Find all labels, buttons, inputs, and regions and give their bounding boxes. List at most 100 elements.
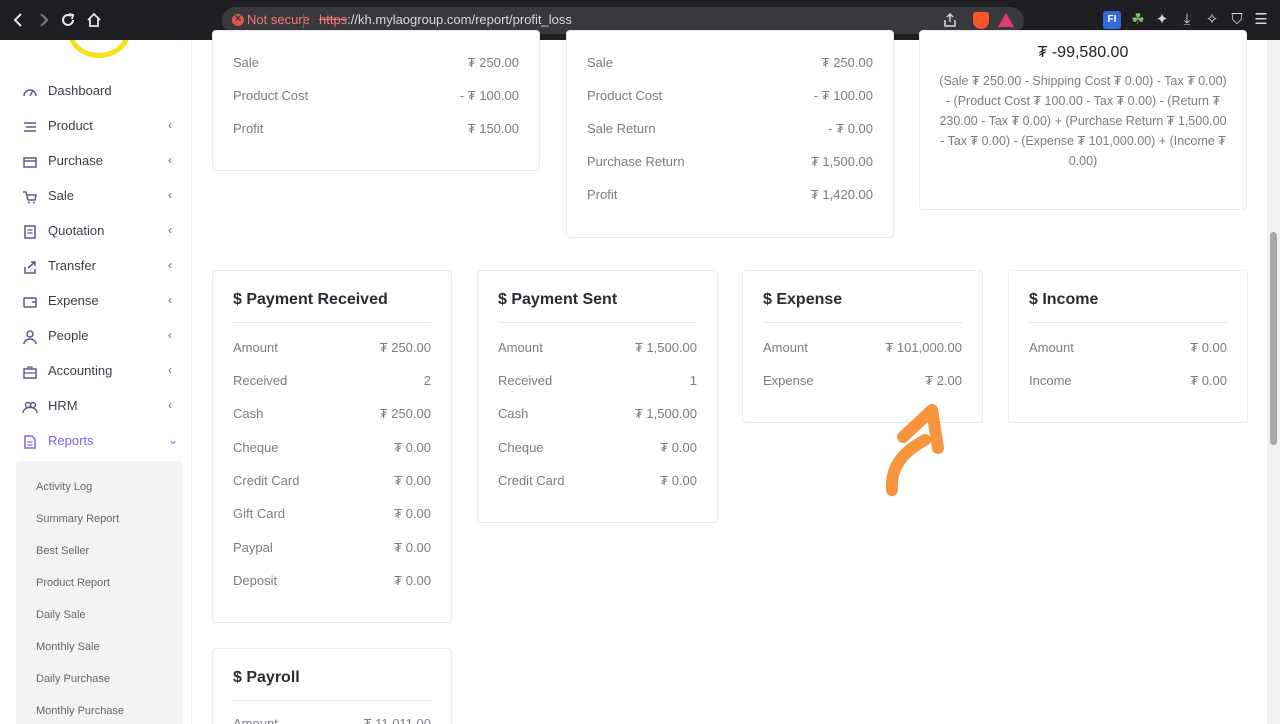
dashboard-icon: [23, 89, 37, 97]
sidebar-item-people[interactable]: People ‹: [0, 322, 191, 352]
home-icon[interactable]: [83, 9, 105, 31]
card-title: $ Income: [1029, 291, 1099, 308]
sidebar-item-label: Dashboard: [48, 83, 112, 98]
profit-card-returns: Sale ₮ 250.00 Product Cost - ₮ 100.00 Sale…: [566, 30, 894, 238]
sidebar-item-reports[interactable]: Reports ⌄: [0, 427, 191, 457]
card-row: Received 2: [233, 373, 431, 388]
card-row: Amount ₮ 250.00: [233, 340, 431, 355]
card-row: Cash ₮ 250.00: [233, 406, 431, 421]
sidebar-item-dashboard[interactable]: Dashboard: [0, 77, 191, 107]
card-row: Income ₮ 0.00: [1029, 373, 1227, 388]
divider: [498, 322, 697, 323]
chevron-left-icon: ‹: [168, 363, 172, 377]
forward-icon[interactable]: [32, 9, 54, 31]
card-row: Cheque ₮ 0.00: [498, 440, 697, 455]
net-profit-amount: ₮ -99,580.00: [1037, 44, 1129, 61]
extension-leaf-icon[interactable]: ☘: [1129, 11, 1147, 29]
wallet-icon: [23, 297, 37, 308]
back-icon[interactable]: [8, 9, 30, 31]
sidebar-item-purchase[interactable]: Purchase ‹: [0, 147, 191, 177]
sidebar-item-label: Quotation: [48, 223, 105, 238]
reload-icon[interactable]: [57, 9, 79, 31]
chevron-left-icon: ‹: [168, 258, 172, 272]
card-row: Amount ₮ 0.00: [1029, 340, 1227, 355]
submenu-item-summary-report[interactable]: Summary Report: [36, 513, 119, 525]
card-row: Sale Return - ₮ 0.00: [587, 121, 873, 136]
sidebar-item-expense[interactable]: Expense ‹: [0, 287, 191, 317]
file-icon: [24, 435, 36, 449]
brave-rewards-icon[interactable]: [998, 13, 1014, 27]
extension-fi-icon[interactable]: FI: [1103, 11, 1121, 29]
submenu-item-monthly-purchase[interactable]: Monthly Purchase: [36, 705, 124, 717]
sidebar-item-label: Accounting: [48, 363, 113, 378]
card-row: Amount ₮ 1,500.00: [498, 340, 697, 355]
card-row: Purchase Return ₮ 1,500.00: [587, 154, 873, 169]
sidebar-item-accounting[interactable]: Accounting ‹: [0, 357, 191, 387]
chevron-left-icon: ‹: [168, 188, 172, 202]
url-text[interactable]: https://kh.mylaogroup.com/report/profit_…: [319, 12, 572, 27]
divider: [233, 322, 431, 323]
card-row: Credit Card ₮ 0.00: [498, 473, 697, 488]
sidebar-item-product[interactable]: Product ‹: [0, 112, 191, 142]
not-secure-icon: [232, 11, 244, 26]
card-row: Cheque ₮ 0.00: [233, 440, 431, 455]
card-title: $ Payment Received: [233, 291, 388, 308]
cart-icon: [23, 191, 37, 204]
payment-sent-card: $ Payment Sent Amount ₮ 1,500.00 Received…: [477, 270, 718, 523]
sidebar-item-label: People: [48, 328, 89, 343]
sidebar: Dashboard Product ‹ Purchase ‹ Sale ‹ Qu…: [0, 40, 192, 724]
download-icon[interactable]: ⤓: [1178, 11, 1196, 29]
submenu-item-daily-purchase[interactable]: Daily Purchase: [36, 673, 110, 685]
divider: [233, 700, 431, 701]
card-row: Profit ₮ 150.00: [233, 121, 519, 136]
extensions-puzzle-icon[interactable]: ✦: [1153, 11, 1171, 29]
document-icon: [24, 225, 36, 239]
sidebar-item-sale[interactable]: Sale ‹: [0, 182, 191, 212]
share-icon: [24, 261, 36, 274]
sidebar-item-quotation[interactable]: Quotation ‹: [0, 217, 191, 247]
payroll-card: $ Payroll Amount ₮ 11,011.00: [212, 648, 452, 724]
submenu-item-activity-log[interactable]: Activity Log: [36, 481, 92, 493]
scrollbar-thumb[interactable]: [1270, 232, 1277, 445]
card-row: Paypal ₮ 0.00: [233, 540, 431, 555]
net-profit-formula: (Sale ₮ 250.00 - Shipping Cost ₮ 0.00) -…: [939, 74, 1227, 168]
net-profit-card: ₮ -99,580.00 (Sale ₮ 250.00 - Shipping C…: [919, 30, 1247, 210]
card-row: Gift Card ₮ 0.00: [233, 506, 431, 521]
list-icon: [24, 122, 36, 132]
card-row: Sale ₮ 250.00: [587, 55, 873, 70]
card-icon: [23, 157, 37, 168]
sidebar-item-hrm[interactable]: HRM ‹: [0, 392, 191, 422]
share-icon[interactable]: [942, 12, 958, 28]
card-row: Product Cost - ₮ 100.00: [233, 88, 519, 103]
chevron-left-icon: ‹: [168, 118, 172, 132]
page-scrollbar[interactable]: [1267, 40, 1280, 724]
sidebar-item-label: Purchase: [48, 153, 103, 168]
card-row: Product Cost - ₮ 100.00: [587, 88, 873, 103]
card-title: $ Expense: [763, 291, 843, 308]
vpn-shield-icon[interactable]: ⛉: [1228, 11, 1246, 29]
card-title: $ Payroll: [233, 669, 300, 686]
user-icon: [23, 330, 37, 345]
briefcase-icon: [23, 366, 37, 379]
submenu-item-product-report[interactable]: Product Report: [36, 577, 110, 589]
profit-card-basic: Sale ₮ 250.00 Product Cost - ₮ 100.00 Prof…: [212, 30, 540, 171]
reports-submenu: Activity Log Summary Report Best Seller …: [16, 461, 183, 724]
submenu-item-best-seller[interactable]: Best Seller: [36, 545, 89, 557]
chevron-left-icon: ‹: [168, 293, 172, 307]
payment-received-card: $ Payment Received Amount ₮ 250.00 Receiv…: [212, 270, 452, 623]
submenu-item-daily-sale[interactable]: Daily Sale: [36, 609, 86, 621]
card-row: Profit ₮ 1,420.00: [587, 187, 873, 202]
income-card: $ Income Amount ₮ 0.00 Income ₮ 0.00: [1008, 270, 1248, 423]
card-row: Credit Card ₮ 0.00: [233, 473, 431, 488]
sidebar-item-transfer[interactable]: Transfer ‹: [0, 252, 191, 282]
leo-ai-icon[interactable]: ✧: [1203, 11, 1221, 29]
menu-icon[interactable]: ☰: [1252, 11, 1270, 29]
sidebar-item-label: Transfer: [48, 258, 96, 273]
card-row: Deposit ₮ 0.00: [233, 573, 431, 588]
chevron-left-icon: ‹: [168, 153, 172, 167]
users-icon: [22, 401, 38, 414]
divider: [763, 322, 962, 323]
submenu-item-monthly-sale[interactable]: Monthly Sale: [36, 641, 100, 653]
brave-shields-icon[interactable]: [973, 12, 989, 29]
chevron-left-icon: ‹: [168, 328, 172, 342]
